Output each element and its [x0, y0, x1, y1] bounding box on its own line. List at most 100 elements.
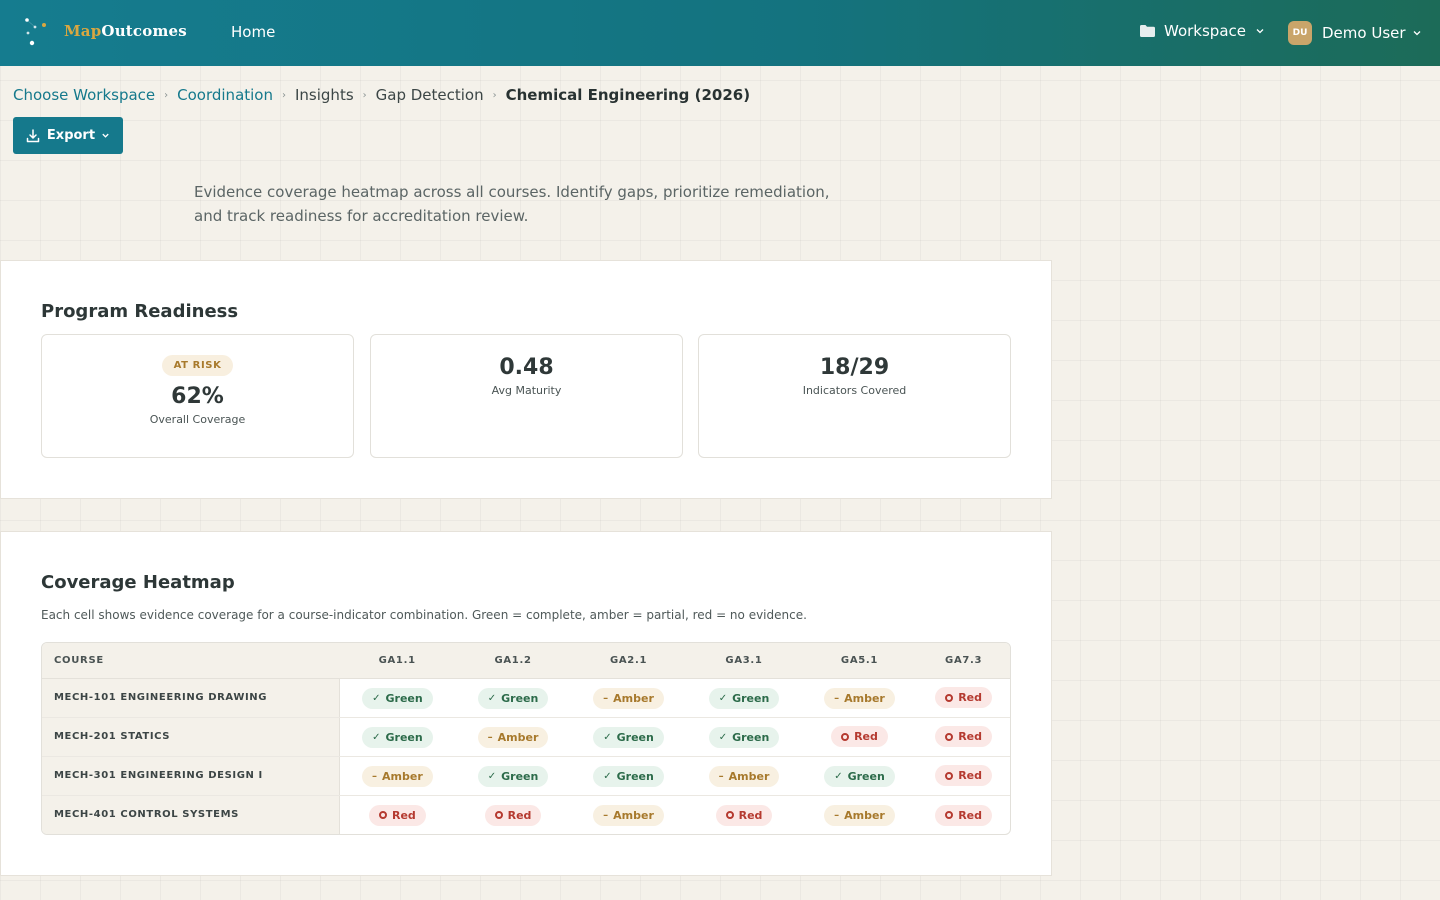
user-menu[interactable]: DU Demo User: [1288, 21, 1422, 45]
coverage-pill-amber[interactable]: – Amber: [708, 766, 780, 787]
table-row: MECH-101 ENGINEERING DRAWING ✓ Green ✓ Green…: [42, 678, 1010, 718]
coverage-heatmap-card: Coverage Heatmap Each cell shows evidenc…: [0, 531, 1052, 876]
coverage-pill-green[interactable]: ✓ Green: [477, 688, 549, 709]
program-readiness-card: Program Readiness AT RISK 62% Overall Co…: [0, 260, 1052, 499]
breadcrumb: Choose Workspace › Coordination › Insigh…: [13, 86, 750, 104]
program-readiness-title: Program Readiness: [41, 301, 239, 322]
coverage-pill-green[interactable]: ✓ Green: [708, 727, 780, 748]
breadcrumb-separator-icon: ›: [282, 89, 286, 101]
coverage-pill-amber[interactable]: – Amber: [477, 727, 549, 748]
coverage-pill-red[interactable]: Red: [368, 804, 426, 826]
workspace-dropdown[interactable]: Workspace: [1140, 22, 1265, 40]
coverage-cell: – Amber: [802, 795, 917, 834]
coverage-cell: ✓ Green: [455, 756, 571, 796]
chevron-down-icon: [102, 133, 109, 138]
table-header-row: COURSE GA1.1 GA1.2 GA2.1 GA3.1 GA5.1 GA7…: [42, 643, 1010, 679]
coverage-pill-amber[interactable]: – Amber: [824, 805, 895, 827]
coverage-pill-green[interactable]: ✓ Green: [708, 688, 780, 709]
coverage-pill-label: Green: [847, 770, 885, 783]
coverage-heatmap-title: Coverage Heatmap: [41, 572, 235, 593]
coverage-pill-label: Red: [958, 769, 983, 783]
coverage-pill-green[interactable]: ✓ Green: [593, 727, 664, 748]
chevron-down-icon: [1256, 29, 1264, 34]
avg-maturity-label: Avg Maturity: [491, 384, 562, 397]
coverage-pill-green[interactable]: ✓ Green: [477, 766, 549, 787]
coverage-pill-label: Amber: [497, 731, 539, 744]
coverage-pill-amber[interactable]: – Amber: [593, 805, 664, 827]
brand-name[interactable]: MapOutcomes: [64, 22, 187, 40]
breadcrumb-current-program: Chemical Engineering (2026): [505, 86, 751, 104]
column-header-ga1-2: GA1.2: [455, 643, 571, 679]
brand-name-map: Map: [64, 22, 102, 40]
chevron-down-icon: [1413, 31, 1420, 36]
coverage-pill-amber[interactable]: – Amber: [593, 688, 664, 709]
coverage-pill-label: Green: [385, 692, 423, 705]
ring-icon: [841, 732, 850, 741]
table-row: MECH-301 ENGINEERING DESIGN I – Amber ✓ Gree…: [42, 756, 1010, 796]
coverage-pill-green[interactable]: ✓ Green: [593, 766, 664, 787]
coverage-pill-red[interactable]: Red: [484, 804, 542, 826]
ring-icon: [378, 811, 387, 819]
coverage-cell: ✓ Green: [339, 717, 456, 757]
coverage-heatmap-description: Each cell shows evidence coverage for a …: [41, 608, 807, 622]
coverage-cell: – Amber: [571, 795, 686, 834]
check-icon: ✓: [718, 693, 728, 704]
coverage-cell: ✓ Green: [339, 678, 456, 718]
coverage-cell: Red: [455, 795, 570, 834]
heatmap-table: COURSE GA1.1 GA1.2 GA2.1 GA3.1 GA5.1 GA7…: [41, 642, 1011, 835]
indicators-covered-label: Indicators Covered: [802, 384, 907, 397]
table-row: MECH-201 STATICS ✓ Green – Amber ✓ Green ✓ Green…: [42, 717, 1010, 757]
overall-coverage-value: 62%: [171, 384, 224, 409]
dash-icon: –: [603, 693, 609, 704]
coverage-cell: Red: [917, 795, 1010, 834]
coverage-pill-green[interactable]: ✓ Green: [362, 688, 433, 709]
avg-maturity-value: 0.48: [499, 355, 554, 380]
status-badge: AT RISK: [161, 355, 234, 376]
check-icon: ✓: [603, 771, 612, 782]
avg-maturity-stat: 0.48 Avg Maturity: [370, 334, 683, 458]
coverage-pill-label: Red: [854, 730, 878, 744]
workspace-label: Workspace: [1164, 22, 1246, 40]
coverage-cell: Red: [917, 717, 1010, 757]
user-name: Demo User: [1322, 24, 1406, 42]
indicators-covered-stat: 18/29 Indicators Covered: [698, 334, 1011, 458]
coverage-cell: ✓ Green: [570, 717, 687, 757]
coverage-pill-label: Amber: [844, 809, 885, 823]
check-icon: ✓: [487, 771, 497, 782]
coverage-cell: – Amber: [339, 756, 456, 796]
download-icon: [26, 128, 40, 142]
breadcrumb-choose-workspace[interactable]: Choose Workspace: [13, 86, 155, 104]
column-header-ga5-1: GA5.1: [801, 643, 918, 679]
export-button[interactable]: Export: [13, 117, 123, 154]
coverage-pill-green[interactable]: ✓ Green: [362, 727, 433, 748]
ring-icon: [945, 732, 954, 741]
top-navigation-bar: MapOutcomes Home Workspace DU Demo User: [0, 0, 1440, 66]
overall-coverage-stat: AT RISK 62% Overall Coverage: [41, 334, 354, 458]
column-header-ga7-3: GA7.3: [917, 643, 1010, 679]
coverage-pill-label: Green: [616, 770, 654, 783]
coverage-cell: ✓ Green: [686, 717, 802, 757]
coverage-pill-red[interactable]: Red: [935, 687, 993, 709]
table-row: MECH-401 CONTROL SYSTEMS Red Red – Amber Red –…: [42, 795, 1010, 834]
coverage-pill-red[interactable]: Red: [935, 726, 993, 748]
breadcrumb-coordination[interactable]: Coordination: [177, 86, 273, 104]
coverage-pill-green[interactable]: ✓ Green: [824, 766, 895, 787]
coverage-pill-red[interactable]: Red: [935, 765, 993, 787]
coverage-pill-label: Red: [958, 808, 983, 822]
coverage-pill-amber[interactable]: – Amber: [362, 766, 433, 787]
page-description: Evidence coverage heatmap across all cou…: [194, 183, 830, 225]
coverage-pill-label: Amber: [382, 770, 423, 783]
coverage-pill-amber[interactable]: – Amber: [824, 688, 895, 709]
ring-icon: [494, 811, 503, 819]
coverage-cell: ✓ Green: [686, 678, 802, 718]
course-cell: MECH-201 STATICS: [42, 717, 340, 757]
column-header-ga3-1: GA3.1: [686, 643, 802, 679]
coverage-pill-red[interactable]: Red: [831, 726, 888, 748]
coverage-cell: – Amber: [686, 756, 802, 796]
coverage-pill-red[interactable]: Red: [935, 804, 993, 826]
breadcrumb-separator-icon: ›: [164, 89, 169, 101]
coverage-pill-red[interactable]: Red: [715, 804, 773, 826]
constellation-logo-icon[interactable]: [22, 16, 58, 48]
ring-icon: [945, 771, 954, 780]
nav-home-link[interactable]: Home: [231, 23, 275, 41]
